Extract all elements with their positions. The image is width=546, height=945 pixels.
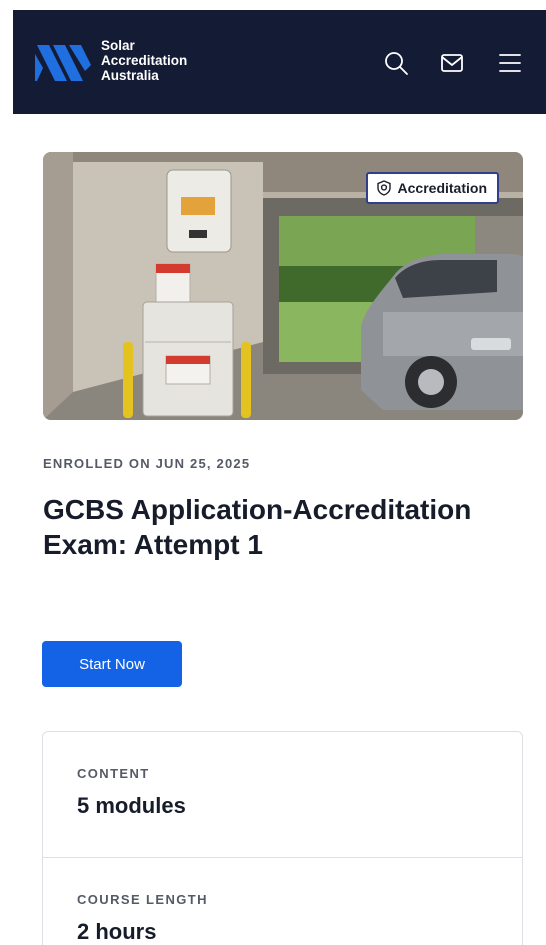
mail-icon	[441, 54, 463, 72]
course-info-card: CONTENT 5 modules COURSE LENGTH 2 hours	[42, 731, 523, 945]
search-button[interactable]	[383, 50, 409, 76]
enrollment-date: ENROLLED ON JUN 25, 2025	[43, 456, 251, 471]
start-now-button[interactable]: Start Now	[42, 641, 182, 687]
messages-button[interactable]	[439, 50, 465, 76]
course-title: GCBS Application-Accreditation Exam: Att…	[43, 494, 472, 560]
content-value: 5 modules	[77, 793, 186, 818]
course-length-section: COURSE LENGTH 2 hours	[43, 892, 522, 945]
brand-line-2: Accreditation	[101, 53, 188, 68]
brand-name: Solar Accreditation Australia	[101, 38, 187, 83]
shield-icon	[376, 180, 391, 196]
accreditation-badge-label: Accreditation	[397, 180, 487, 196]
solar-accreditation-logo[interactable]	[35, 40, 91, 86]
menu-icon	[499, 54, 521, 72]
content-label: CONTENT	[77, 766, 150, 781]
accreditation-badge: Accreditation	[365, 172, 499, 204]
brand-line-1: Solar	[101, 38, 135, 53]
brand-line-3: Australia	[101, 68, 159, 83]
course-length-label: COURSE LENGTH	[77, 892, 208, 907]
course-length-value: 2 hours	[77, 919, 157, 944]
content-section: CONTENT 5 modules	[43, 766, 522, 819]
page: Solar Accreditation Australia Accreditat…	[13, 10, 546, 945]
menu-button[interactable]	[497, 50, 523, 76]
course-hero-image: Accreditation	[43, 152, 523, 420]
info-divider	[43, 857, 522, 858]
search-icon	[385, 52, 408, 75]
site-header: Solar Accreditation Australia	[13, 10, 546, 114]
